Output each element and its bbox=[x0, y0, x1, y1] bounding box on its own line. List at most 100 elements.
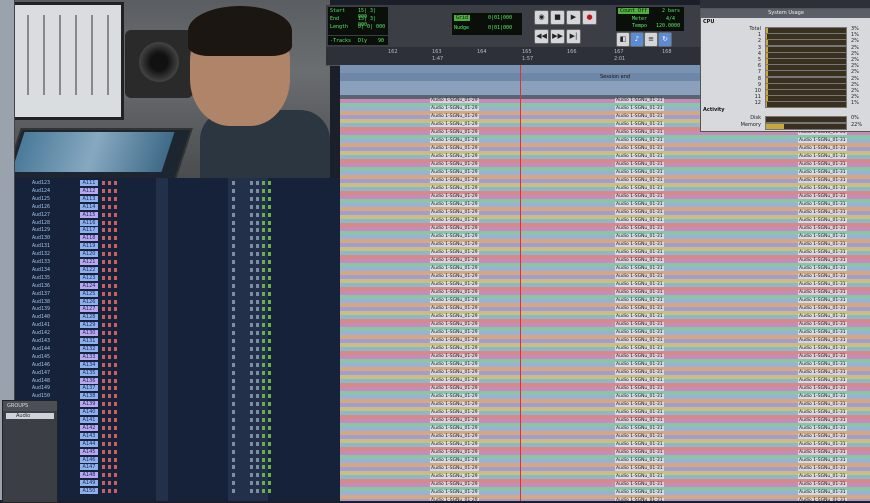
meter-value[interactable]: 4/4 bbox=[666, 16, 675, 22]
track-toggle-button[interactable] bbox=[250, 315, 253, 320]
track-label[interactable]: A124 bbox=[80, 282, 98, 289]
track-toggle-button[interactable] bbox=[114, 362, 117, 367]
track-toggle-button[interactable] bbox=[232, 196, 235, 201]
track-toggle-button[interactable] bbox=[256, 283, 259, 288]
track-toggle-button[interactable] bbox=[268, 354, 271, 359]
track-toggle-button[interactable] bbox=[102, 465, 105, 470]
track-toggle-button[interactable] bbox=[262, 275, 265, 280]
track-toggle-button[interactable] bbox=[232, 386, 235, 391]
track-toggle-button[interactable] bbox=[262, 433, 265, 438]
track-toggle-button[interactable] bbox=[256, 196, 259, 201]
track-toggle-button[interactable] bbox=[232, 362, 235, 367]
track-label[interactable]: A123 bbox=[80, 274, 98, 281]
track-toggle-button[interactable] bbox=[268, 307, 271, 312]
track-label[interactable]: A147 bbox=[80, 464, 98, 471]
track-toggle-button[interactable] bbox=[256, 433, 259, 438]
track-toggle-button[interactable] bbox=[114, 220, 117, 225]
track-toggle-button[interactable] bbox=[102, 386, 105, 391]
track-toggle-button[interactable] bbox=[232, 346, 235, 351]
track-toggle-button[interactable] bbox=[232, 489, 235, 494]
track-toggle-button[interactable] bbox=[256, 299, 259, 304]
track-toggle-button[interactable] bbox=[250, 354, 253, 359]
track-toggle-button[interactable] bbox=[250, 489, 253, 494]
track-toggle-button[interactable] bbox=[102, 331, 105, 336]
track-toggle-button[interactable] bbox=[250, 449, 253, 454]
track-row[interactable]: Aud130 A118 bbox=[14, 235, 340, 243]
track-toggle-button[interactable] bbox=[114, 283, 117, 288]
track-toggle-button[interactable] bbox=[108, 236, 111, 241]
track-toggle-button[interactable] bbox=[250, 252, 253, 257]
track-toggle-button[interactable] bbox=[268, 378, 271, 383]
track-toggle-button[interactable] bbox=[102, 354, 105, 359]
track-toggle-button[interactable] bbox=[108, 212, 111, 217]
track-toggle-button[interactable] bbox=[250, 425, 253, 430]
track-label[interactable]: A115 bbox=[80, 211, 98, 218]
tempo-display[interactable]: Count Off 2 bars Meter 4/4 Tempo 120.000… bbox=[616, 7, 684, 31]
track-toggle-button[interactable] bbox=[102, 370, 105, 375]
track-label[interactable]: A125 bbox=[80, 290, 98, 297]
track-name[interactable]: Aud144 bbox=[32, 346, 50, 352]
track-row[interactable]: Aud134 A122 bbox=[14, 266, 340, 275]
track-toggle-button[interactable] bbox=[114, 386, 117, 391]
track-toggle-button[interactable] bbox=[256, 220, 259, 225]
track-toggle-button[interactable] bbox=[256, 362, 259, 367]
track-toggle-button[interactable] bbox=[114, 212, 117, 217]
track-toggle-button[interactable] bbox=[262, 394, 265, 399]
track-toggle-button[interactable] bbox=[268, 331, 271, 336]
track-label[interactable]: A127 bbox=[80, 306, 98, 313]
track-toggle-button[interactable] bbox=[102, 402, 105, 407]
track-toggle-button[interactable] bbox=[250, 402, 253, 407]
track-toggle-button[interactable] bbox=[250, 267, 253, 272]
track-toggle-button[interactable] bbox=[108, 228, 111, 233]
track-toggle-button[interactable] bbox=[250, 275, 253, 280]
track-toggle-button[interactable] bbox=[102, 489, 105, 494]
track-toggle-button[interactable] bbox=[102, 196, 105, 201]
track-label[interactable]: A116 bbox=[80, 219, 98, 226]
track-toggle-button[interactable] bbox=[232, 252, 235, 257]
track-row[interactable]: Aud149 A137 bbox=[14, 385, 340, 393]
track-toggle-button[interactable] bbox=[262, 244, 265, 249]
track-toggle-button[interactable] bbox=[108, 307, 111, 312]
track-name[interactable]: Aud146 bbox=[32, 362, 50, 368]
track-toggle-button[interactable] bbox=[268, 252, 271, 257]
track-toggle-button[interactable] bbox=[108, 244, 111, 249]
track-toggle-button[interactable] bbox=[108, 299, 111, 304]
track-toggle-button[interactable] bbox=[114, 473, 117, 478]
track-toggle-button[interactable] bbox=[102, 457, 105, 462]
track-name[interactable]: Aud145 bbox=[32, 354, 50, 360]
track-toggle-button[interactable] bbox=[268, 489, 271, 494]
track-toggle-button[interactable] bbox=[102, 275, 105, 280]
track-toggle-button[interactable] bbox=[114, 267, 117, 272]
track-toggle-button[interactable] bbox=[114, 260, 117, 264]
track-toggle-button[interactable] bbox=[232, 378, 235, 383]
track-name[interactable]: Aud130 bbox=[32, 235, 50, 241]
track-name[interactable]: Aud135 bbox=[32, 275, 50, 281]
track-row[interactable]: Aud156A144 bbox=[14, 440, 340, 449]
track-row[interactable]: Aud159A147 bbox=[14, 464, 340, 472]
track-toggle-button[interactable] bbox=[114, 204, 117, 209]
track-toggle-button[interactable] bbox=[232, 354, 235, 359]
track-label[interactable]: A138 bbox=[80, 393, 98, 400]
track-toggle-button[interactable] bbox=[250, 181, 253, 185]
track-toggle-button[interactable] bbox=[268, 188, 271, 193]
timeline-ruler[interactable]: 162 163 164 165 166 167 168 1:47 1:57 2:… bbox=[326, 47, 700, 66]
track-name[interactable]: Aud126 bbox=[32, 204, 50, 210]
track-toggle-button[interactable] bbox=[262, 465, 265, 470]
track-toggle-button[interactable] bbox=[102, 441, 105, 446]
track-toggle-button[interactable] bbox=[232, 331, 235, 336]
track-toggle-button[interactable] bbox=[256, 260, 259, 264]
track-label[interactable]: A130 bbox=[80, 330, 98, 337]
track-toggle-button[interactable] bbox=[256, 418, 259, 422]
track-toggle-button[interactable] bbox=[256, 481, 259, 486]
track-toggle-button[interactable] bbox=[262, 236, 265, 241]
track-toggle-button[interactable] bbox=[102, 260, 105, 264]
track-toggle-button[interactable] bbox=[268, 370, 271, 375]
track-toggle-button[interactable] bbox=[232, 307, 235, 312]
track-toggle-button[interactable] bbox=[250, 299, 253, 304]
track-toggle-button[interactable] bbox=[268, 449, 271, 454]
track-toggle-button[interactable] bbox=[108, 481, 111, 486]
track-label[interactable]: A134 bbox=[80, 361, 98, 368]
group-item-audio[interactable]: Audio bbox=[6, 413, 54, 419]
track-toggle-button[interactable] bbox=[114, 441, 117, 446]
track-row[interactable]: Aud155A143 bbox=[14, 432, 340, 441]
